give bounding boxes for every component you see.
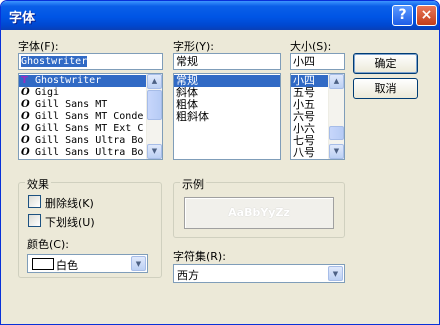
opentype-font-icon: O bbox=[21, 123, 30, 134]
scroll-up-icon[interactable]: ▲ bbox=[329, 74, 344, 89]
tt-font-icon: T bbox=[21, 75, 28, 86]
style-list[interactable]: 常规 斜体 粗体 粗斜体 bbox=[173, 73, 281, 160]
opentype-font-icon: O bbox=[21, 99, 30, 110]
font-list-item[interactable]: T Ghostwriter bbox=[19, 75, 162, 87]
size-label: 大小(S): bbox=[290, 40, 332, 53]
opentype-font-icon: O bbox=[21, 147, 30, 158]
color-label: 颜色(C): bbox=[27, 238, 69, 251]
script-select[interactable]: 西方 ▼ bbox=[173, 264, 345, 283]
scroll-down-icon[interactable]: ▼ bbox=[147, 144, 162, 159]
chevron-down-icon[interactable]: ▼ bbox=[328, 266, 343, 281]
style-input[interactable]: 常规 bbox=[173, 53, 281, 70]
scroll-down-icon[interactable]: ▼ bbox=[329, 144, 344, 159]
font-list-item[interactable]: O Gill Sans MT bbox=[19, 99, 162, 111]
font-list-item[interactable]: O Gill Sans Ultra Bo bbox=[19, 135, 162, 147]
style-list-item[interactable]: 粗体 bbox=[174, 99, 280, 111]
color-select[interactable]: 白色 ▼ bbox=[27, 254, 148, 273]
font-list[interactable]: T Ghostwriter O Gigi O Gill Sans MT O Gill S… bbox=[18, 73, 163, 160]
underline-checkbox[interactable] bbox=[28, 214, 41, 227]
size-input[interactable]: 小四 bbox=[290, 53, 345, 70]
font-list-item[interactable]: O Gill Sans MT Conde bbox=[19, 111, 162, 123]
cancel-button[interactable]: 取消 bbox=[353, 78, 418, 99]
opentype-font-icon: O bbox=[21, 111, 30, 122]
scroll-up-icon[interactable]: ▲ bbox=[147, 74, 162, 89]
opentype-font-icon: O bbox=[21, 87, 30, 98]
scroll-thumb[interactable] bbox=[329, 126, 344, 140]
effects-title: 效果 bbox=[25, 176, 51, 192]
color-value: 白色 bbox=[56, 259, 78, 272]
script-label: 字符集(R): bbox=[173, 250, 226, 263]
script-value: 西方 bbox=[177, 269, 199, 282]
close-button[interactable]: × bbox=[416, 5, 437, 26]
font-label: 字体(F): bbox=[18, 40, 59, 53]
sample-preview: AaBbYyZz bbox=[184, 197, 334, 229]
size-list[interactable]: 小四 五号 小五 六号 小六 七号 八号 ▲ ▼ bbox=[290, 73, 345, 160]
color-swatch bbox=[32, 258, 54, 270]
strikeout-label[interactable]: 删除线(K) bbox=[45, 195, 94, 211]
style-label: 字形(Y): bbox=[173, 40, 215, 53]
chevron-down-icon[interactable]: ▼ bbox=[131, 256, 146, 271]
style-list-item[interactable]: 斜体 bbox=[174, 87, 280, 99]
size-list-scrollbar[interactable]: ▲ ▼ bbox=[328, 74, 344, 159]
close-icon: × bbox=[420, 7, 433, 23]
help-icon: ? bbox=[398, 7, 407, 23]
font-dialog: 字体 ? × 字体(F): Ghostwriter T Ghostwriter O… bbox=[0, 0, 440, 325]
font-name-input[interactable]: Ghostwriter bbox=[18, 53, 163, 70]
opentype-font-icon: O bbox=[21, 135, 30, 146]
window-title: 字体 bbox=[9, 11, 36, 26]
font-name-value: Ghostwriter bbox=[21, 56, 88, 67]
title-bar[interactable]: 字体 ? × bbox=[1, 1, 439, 30]
help-button[interactable]: ? bbox=[392, 5, 413, 26]
underline-label[interactable]: 下划线(U) bbox=[45, 214, 95, 230]
strikeout-checkbox[interactable] bbox=[28, 195, 41, 208]
font-list-item[interactable]: O Gigi bbox=[19, 87, 162, 99]
font-list-item[interactable]: O Gill Sans Ultra Bo bbox=[19, 147, 162, 159]
font-list-scrollbar[interactable]: ▲ ▼ bbox=[146, 74, 162, 159]
style-list-item[interactable]: 粗斜体 bbox=[174, 111, 280, 123]
font-list-item[interactable]: O Gill Sans MT Ext C bbox=[19, 123, 162, 135]
style-list-item[interactable]: 常规 bbox=[174, 75, 280, 87]
ok-button[interactable]: 确定 bbox=[353, 53, 418, 74]
sample-title: 示例 bbox=[180, 176, 206, 192]
scroll-thumb[interactable] bbox=[147, 90, 162, 120]
